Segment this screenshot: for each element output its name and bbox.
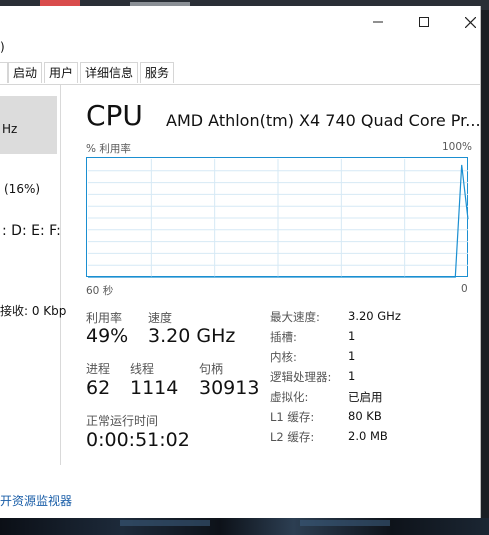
cpu-model-name: AMD Athlon(tm) X4 740 Quad Core Pr... [166, 111, 481, 130]
l2-cache-value: 2.0 MB [348, 429, 388, 443]
resource-sidebar: Hz (16%) : D: E: F: 接收: 0 Kbp [0, 85, 66, 465]
max-speed-label: 最大速度: [270, 310, 320, 324]
virtualization-label: 虚拟化: [270, 390, 309, 404]
desktop-glow [300, 520, 390, 526]
l1-cache-label: L1 缓存: [270, 410, 315, 424]
tab-performance-edge[interactable] [0, 62, 8, 83]
handles-value: 30913 [199, 377, 260, 399]
title-bar [0, 6, 480, 38]
sockets-value: 1 [348, 329, 356, 343]
graph-y-max-label: 100% [442, 141, 473, 153]
uptime-label: 正常运行时间 [86, 414, 159, 428]
task-manager-window: ) 启动 用户 详细信息 服务 Hz (16%) : D: E: F: 接收: … [0, 6, 481, 518]
menu-fragment[interactable]: ) [0, 40, 5, 54]
graph-x-start-label: 60 秒 [86, 285, 114, 297]
cpu-graph-svg [88, 159, 469, 278]
close-button[interactable] [447, 6, 489, 38]
logical-processors-value: 1 [348, 369, 356, 383]
uptime-value: 0:00:51:02 [86, 429, 190, 451]
virtualization-value: 已启用 [348, 390, 383, 404]
sidebar-memory-usage[interactable]: (16%) [4, 182, 40, 196]
cpu-title: CPU [86, 99, 143, 132]
desktop-background-bottom [0, 518, 489, 535]
menu-bar: ) [0, 38, 480, 58]
maximize-button[interactable] [401, 6, 447, 38]
speed-label: 速度 [148, 311, 173, 325]
sockets-label: 插槽: [270, 330, 297, 344]
maximize-icon [419, 17, 429, 27]
cpu-panel: CPU AMD Athlon(tm) X4 740 Quad Core Pr..… [62, 85, 481, 485]
graph-y-label: % 利用率 [86, 143, 131, 155]
tab-services[interactable]: 服务 [140, 62, 175, 83]
tab-details[interactable]: 详细信息 [80, 62, 139, 83]
cpu-utilization-graph [86, 157, 469, 278]
l2-cache-label: L2 缓存: [270, 430, 315, 444]
max-speed-value: 3.20 GHz [348, 309, 401, 323]
sidebar-network-receive[interactable]: 接收: 0 Kbp [0, 302, 66, 319]
graph-x-end-label: 0 [461, 283, 468, 295]
minimize-icon [373, 21, 383, 23]
cores-value: 1 [348, 349, 356, 363]
l1-cache-value: 80 KB [348, 409, 382, 423]
tab-bar: 启动 用户 详细信息 服务 [0, 62, 480, 85]
minimize-button[interactable] [355, 6, 401, 38]
logical-processors-label: 逻辑处理器: [270, 370, 332, 384]
open-resource-monitor-link[interactable]: 开资源监视器 [0, 492, 72, 509]
desktop-glow [120, 520, 210, 526]
utilization-value: 49% [86, 325, 129, 347]
speed-value: 3.20 GHz [148, 325, 236, 347]
tab-startup[interactable]: 启动 [8, 62, 43, 83]
sidebar-cpu-speed: Hz [2, 122, 18, 136]
threads-value: 1114 [130, 377, 179, 399]
cores-label: 内核: [270, 350, 297, 364]
threads-label: 线程 [130, 362, 155, 376]
close-icon [464, 16, 476, 28]
tab-users[interactable]: 用户 [44, 62, 79, 83]
utilization-label: 利用率 [86, 311, 123, 325]
processes-value: 62 [86, 377, 111, 399]
sidebar-disk-drives[interactable]: : D: E: F: [2, 223, 61, 239]
processes-label: 进程 [86, 362, 111, 376]
handles-label: 句柄 [199, 362, 224, 376]
